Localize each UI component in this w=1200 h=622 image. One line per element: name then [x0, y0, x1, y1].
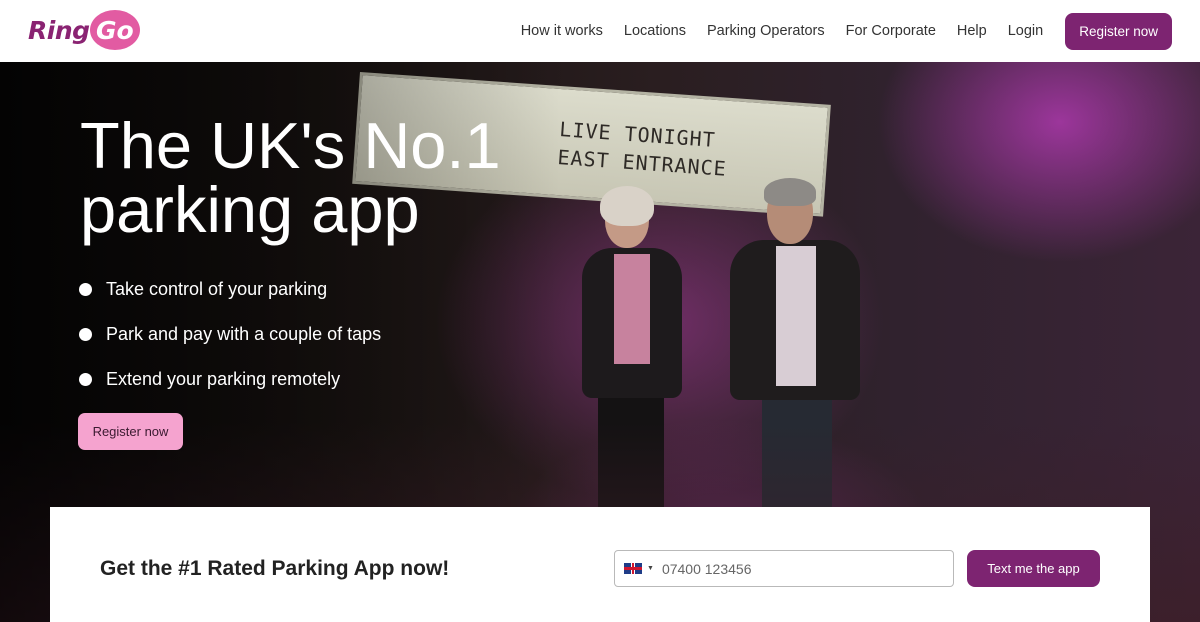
feature-item: Extend your parking remotely	[79, 357, 381, 402]
header-register-button[interactable]: Register now	[1065, 12, 1172, 50]
woman-hair	[600, 186, 654, 226]
feature-item: Take control of your parking	[79, 267, 381, 312]
text-me-the-app-button[interactable]: Text me the app	[967, 550, 1100, 587]
feature-text: Park and pay with a couple of taps	[106, 324, 382, 344]
site-header: Ring Go How it works Locations Parking O…	[0, 0, 1200, 62]
man-shirt	[776, 246, 816, 386]
phone-number-input[interactable]	[661, 560, 932, 577]
hero-feature-list: Take control of your parking Park and pa…	[79, 267, 381, 402]
nav-login[interactable]: Login	[1008, 23, 1043, 39]
hero-register-button[interactable]: Register now	[78, 413, 183, 450]
nav-parking-operators[interactable]: Parking Operators	[707, 23, 825, 39]
main-nav: How it works Locations Parking Operators…	[500, 12, 1172, 50]
nav-help[interactable]: Help	[957, 23, 987, 39]
nav-how-it-works[interactable]: How it works	[521, 23, 603, 39]
man-hair	[764, 178, 816, 206]
woman-shirt	[614, 254, 650, 364]
get-app-card: Get the #1 Rated Parking App now! ▼ Text…	[50, 507, 1150, 622]
feature-text: Take control of your parking	[106, 279, 328, 299]
get-app-title: Get the #1 Rated Parking App now!	[100, 557, 450, 580]
chevron-down-icon[interactable]: ▼	[647, 565, 654, 572]
ringgo-logo[interactable]: Ring Go	[28, 10, 140, 52]
logo-text-go: Go	[96, 16, 134, 45]
feature-text: Extend your parking remotely	[106, 369, 341, 389]
uk-flag-icon[interactable]	[624, 563, 642, 574]
hero-title: The UK's No.1 parking app	[80, 109, 501, 246]
nav-for-corporate[interactable]: For Corporate	[846, 23, 936, 39]
feature-item: Park and pay with a couple of taps	[79, 312, 381, 357]
logo-text-ring: Ring	[28, 16, 90, 45]
bullet-dot-icon	[79, 373, 92, 386]
bullet-dot-icon	[79, 328, 92, 341]
phone-number-field: ▼	[614, 550, 954, 587]
nav-locations[interactable]: Locations	[624, 23, 686, 39]
bullet-dot-icon	[79, 283, 92, 296]
